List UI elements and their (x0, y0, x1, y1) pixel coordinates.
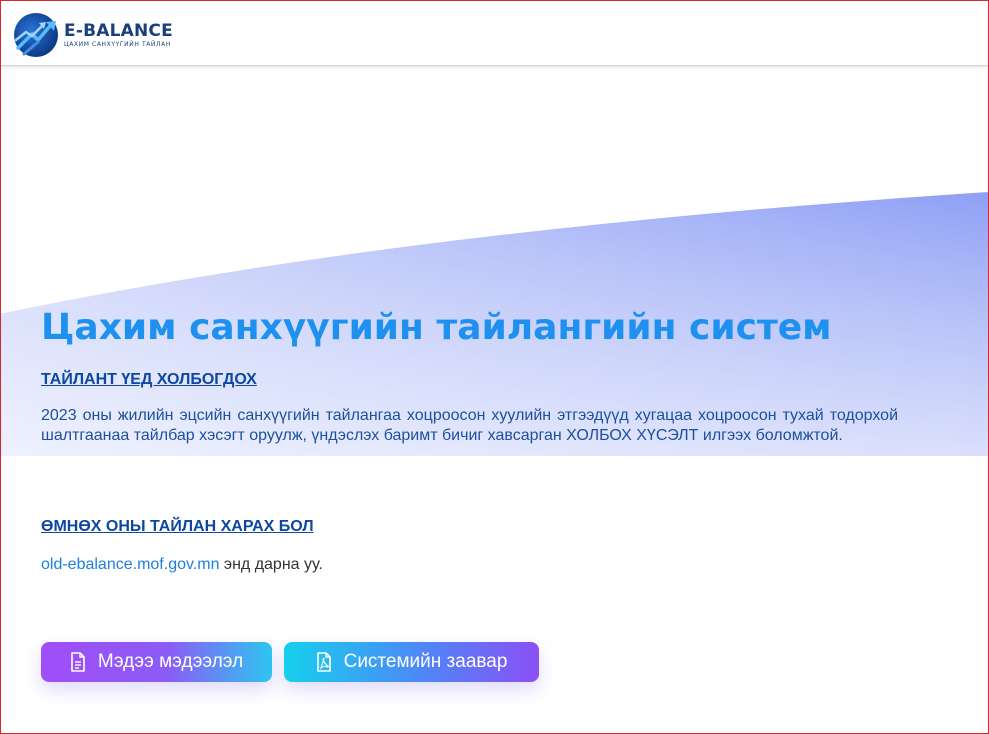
logo-subtitle: ЦАХИМ САНХҮҮГИЙН ТАЙЛАН (64, 40, 171, 48)
rising-arrows-logo-icon (14, 13, 58, 57)
top-header: E-BALANCE ЦАХИМ САНХҮҮГИЙН ТАЙЛАН (0, 0, 989, 66)
old-site-suffix: энд дарна уу. (219, 556, 323, 573)
background-wave (0, 192, 989, 734)
system-guide-button-label: Системийн заавар (343, 651, 508, 672)
news-button-label: Мэдээ мэдээлэл (97, 651, 244, 672)
news-button[interactable]: Мэдээ мэдээлэл (41, 642, 272, 682)
previous-year-report-link[interactable]: ӨМНӨХ ОНЫ ТАЙЛАН ХАРАХ БОЛ (41, 517, 314, 537)
page-title: Цахим санхүүгийн тайлангийн систем (41, 307, 832, 348)
system-guide-button[interactable]: Системийн заавар (284, 642, 539, 682)
old-ebalance-link[interactable]: old-ebalance.mof.gov.mn (41, 556, 219, 573)
logo-title: E-BALANCE (64, 20, 173, 41)
late-report-description: 2023 оны жилийн эцсийн санхүүгийн тайлан… (41, 407, 898, 444)
e-balance-logo[interactable]: E-BALANCE ЦАХИМ САНХҮҮГИЙН ТАЙЛАН (12, 12, 173, 58)
pdf-file-icon (316, 652, 331, 672)
document-icon (71, 652, 85, 672)
old-site-line: old-ebalance.mof.gov.mn энд дарна уу. (41, 555, 323, 575)
contact-during-reporting-link[interactable]: ТАЙЛАНТ ҮЕД ХОЛБОГДОХ (41, 370, 257, 390)
